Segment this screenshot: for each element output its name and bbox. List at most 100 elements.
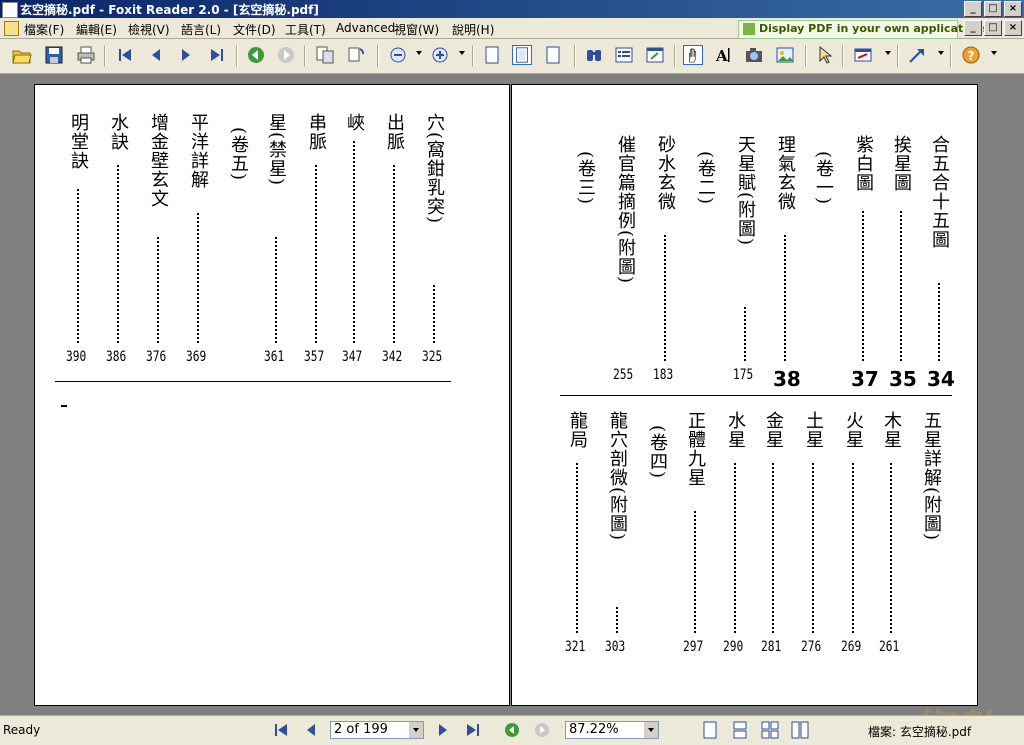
zoom-in-icon[interactable] bbox=[430, 45, 450, 65]
doc-restore-button[interactable]: □ bbox=[984, 20, 1002, 36]
text-select-icon[interactable]: A bbox=[713, 45, 733, 65]
zoom-out-icon[interactable] bbox=[388, 45, 408, 65]
toolbar-separator bbox=[104, 45, 106, 67]
help-icon[interactable]: ? bbox=[961, 45, 981, 65]
zoom-input[interactable]: 87.22% bbox=[565, 721, 659, 739]
doc-minimize-button[interactable]: _ bbox=[964, 20, 982, 36]
toc-entry-title: 合五合十五圖 bbox=[929, 135, 950, 249]
back-icon[interactable] bbox=[246, 45, 266, 65]
toolbar-separator bbox=[805, 45, 807, 67]
prev-page-icon[interactable] bbox=[146, 45, 166, 65]
toolbar: A ? bbox=[0, 39, 1024, 74]
svg-text:A: A bbox=[715, 47, 728, 65]
menu-window[interactable]: 視窗(W) bbox=[394, 21, 439, 38]
next-page-icon[interactable] bbox=[176, 45, 196, 65]
find-icon[interactable] bbox=[584, 45, 604, 65]
toc-entry-title: 挨星圖 bbox=[891, 135, 912, 192]
annotation-dropdown[interactable] bbox=[885, 51, 891, 55]
image-icon[interactable] bbox=[775, 45, 795, 65]
toolbar-separator bbox=[472, 45, 474, 67]
menu-view[interactable]: 檢視(V) bbox=[128, 21, 170, 38]
menu-tools[interactable]: 工具(T) bbox=[285, 21, 326, 38]
menu-language[interactable]: 語言(L) bbox=[181, 21, 221, 38]
status-first-page-icon[interactable] bbox=[272, 722, 290, 738]
status-prev-page-icon[interactable] bbox=[302, 722, 320, 738]
last-page-icon[interactable] bbox=[207, 45, 227, 65]
continuous-facing-layout-icon[interactable] bbox=[790, 721, 810, 739]
status-text: Ready bbox=[3, 723, 41, 737]
toc-entry-page: 183 bbox=[653, 367, 674, 383]
zoom-in-dropdown[interactable] bbox=[459, 51, 465, 55]
page-number-input[interactable]: 2 of 199 bbox=[330, 721, 424, 739]
toc-entry-title: 天星賦(附圖) bbox=[735, 135, 756, 247]
single-page-layout-icon[interactable] bbox=[700, 721, 720, 739]
toc-entry-page: 261 bbox=[879, 639, 900, 655]
minimize-button[interactable]: _ bbox=[964, 1, 982, 17]
save-icon[interactable] bbox=[44, 45, 64, 65]
toc-dot-leader bbox=[117, 165, 119, 343]
bookmark-icon[interactable] bbox=[614, 45, 634, 65]
toc-entry-title: 砂水玄微 bbox=[655, 135, 676, 211]
toc-dot-leader bbox=[862, 211, 864, 361]
toc-entry-page: 255 bbox=[613, 367, 634, 383]
toc-dot-leader bbox=[576, 463, 578, 633]
link-dropdown[interactable] bbox=[938, 51, 944, 55]
open-icon[interactable] bbox=[12, 45, 32, 65]
doc-close-button[interactable]: × bbox=[1004, 20, 1022, 36]
close-button[interactable]: × bbox=[1004, 1, 1022, 17]
toc-entry-title: 明堂訣 bbox=[68, 113, 89, 170]
toc-dot-leader bbox=[197, 213, 199, 343]
status-last-page-icon[interactable] bbox=[464, 722, 482, 738]
maximize-button[interactable]: □ bbox=[984, 1, 1002, 17]
toc-entry-page: 35 bbox=[889, 367, 917, 391]
toc-entry-title: 峽 bbox=[344, 113, 365, 132]
toc-entry-page: 297 bbox=[683, 639, 704, 655]
toolbar-separator bbox=[897, 45, 899, 67]
single-page-icon[interactable] bbox=[482, 45, 502, 65]
link-icon[interactable] bbox=[907, 45, 927, 65]
toc-entry-page: 376 bbox=[146, 349, 167, 365]
page-dropdown-button[interactable] bbox=[409, 722, 423, 738]
menu-edit[interactable]: 編輯(E) bbox=[76, 21, 117, 38]
toc-entry-title: (卷三) bbox=[575, 151, 596, 206]
toc-entry-page: 281 bbox=[761, 639, 782, 655]
print-icon[interactable] bbox=[76, 45, 96, 65]
menu-file[interactable]: 檔案(F) bbox=[24, 21, 64, 38]
hand-tool-icon[interactable] bbox=[683, 45, 703, 65]
app-icon[interactable] bbox=[2, 2, 18, 18]
help-dropdown[interactable] bbox=[991, 51, 997, 55]
menu-advanced[interactable]: Advanced bbox=[336, 21, 395, 35]
ad-banner[interactable]: Display PDF in your own applications bbox=[738, 20, 989, 39]
rotate-icon[interactable] bbox=[346, 45, 366, 65]
document-icon[interactable] bbox=[4, 21, 19, 36]
snapshot-icon[interactable] bbox=[744, 45, 764, 65]
toolbar-separator bbox=[304, 45, 306, 67]
toc-entry-page: 347 bbox=[342, 349, 363, 365]
facing-layout-icon[interactable] bbox=[760, 721, 780, 739]
forward-icon[interactable] bbox=[276, 45, 296, 65]
extract-icon[interactable] bbox=[315, 45, 335, 65]
continuous-layout-icon[interactable] bbox=[730, 721, 750, 739]
fullscreen-icon[interactable] bbox=[645, 45, 665, 65]
toc-entry-title: (卷二) bbox=[695, 151, 716, 206]
document-view[interactable]: 穴(窩鉗乳突) 325 出脈 342 峽 347 串脈 357 星(禁星) 361 (卷五) 平洋詳解… bbox=[0, 74, 1024, 715]
first-page-icon[interactable] bbox=[115, 45, 135, 65]
status-back-icon[interactable] bbox=[503, 722, 521, 738]
menu-document[interactable]: 文件(D) bbox=[233, 21, 276, 38]
toc-entry-title: 理氣玄微 bbox=[775, 135, 796, 211]
toc-entry-title: (卷五) bbox=[228, 127, 249, 182]
status-next-page-icon[interactable] bbox=[434, 722, 452, 738]
toc-entry-title: (卷四) bbox=[647, 425, 668, 480]
continuous-icon[interactable] bbox=[512, 45, 532, 65]
toc-entry-page: 342 bbox=[382, 349, 403, 365]
annotation-icon[interactable] bbox=[853, 45, 873, 65]
toc-dot-leader bbox=[784, 235, 786, 361]
menu-help[interactable]: 說明(H) bbox=[452, 21, 494, 38]
zoom-dropdown-button[interactable] bbox=[644, 722, 658, 738]
status-forward-icon[interactable] bbox=[533, 722, 551, 738]
zoom-out-dropdown[interactable] bbox=[416, 51, 422, 55]
ink-mark bbox=[61, 405, 67, 407]
facing-icon[interactable] bbox=[543, 45, 563, 65]
toc-entry-title: 出脈 bbox=[384, 113, 405, 151]
select-icon[interactable] bbox=[815, 45, 835, 65]
